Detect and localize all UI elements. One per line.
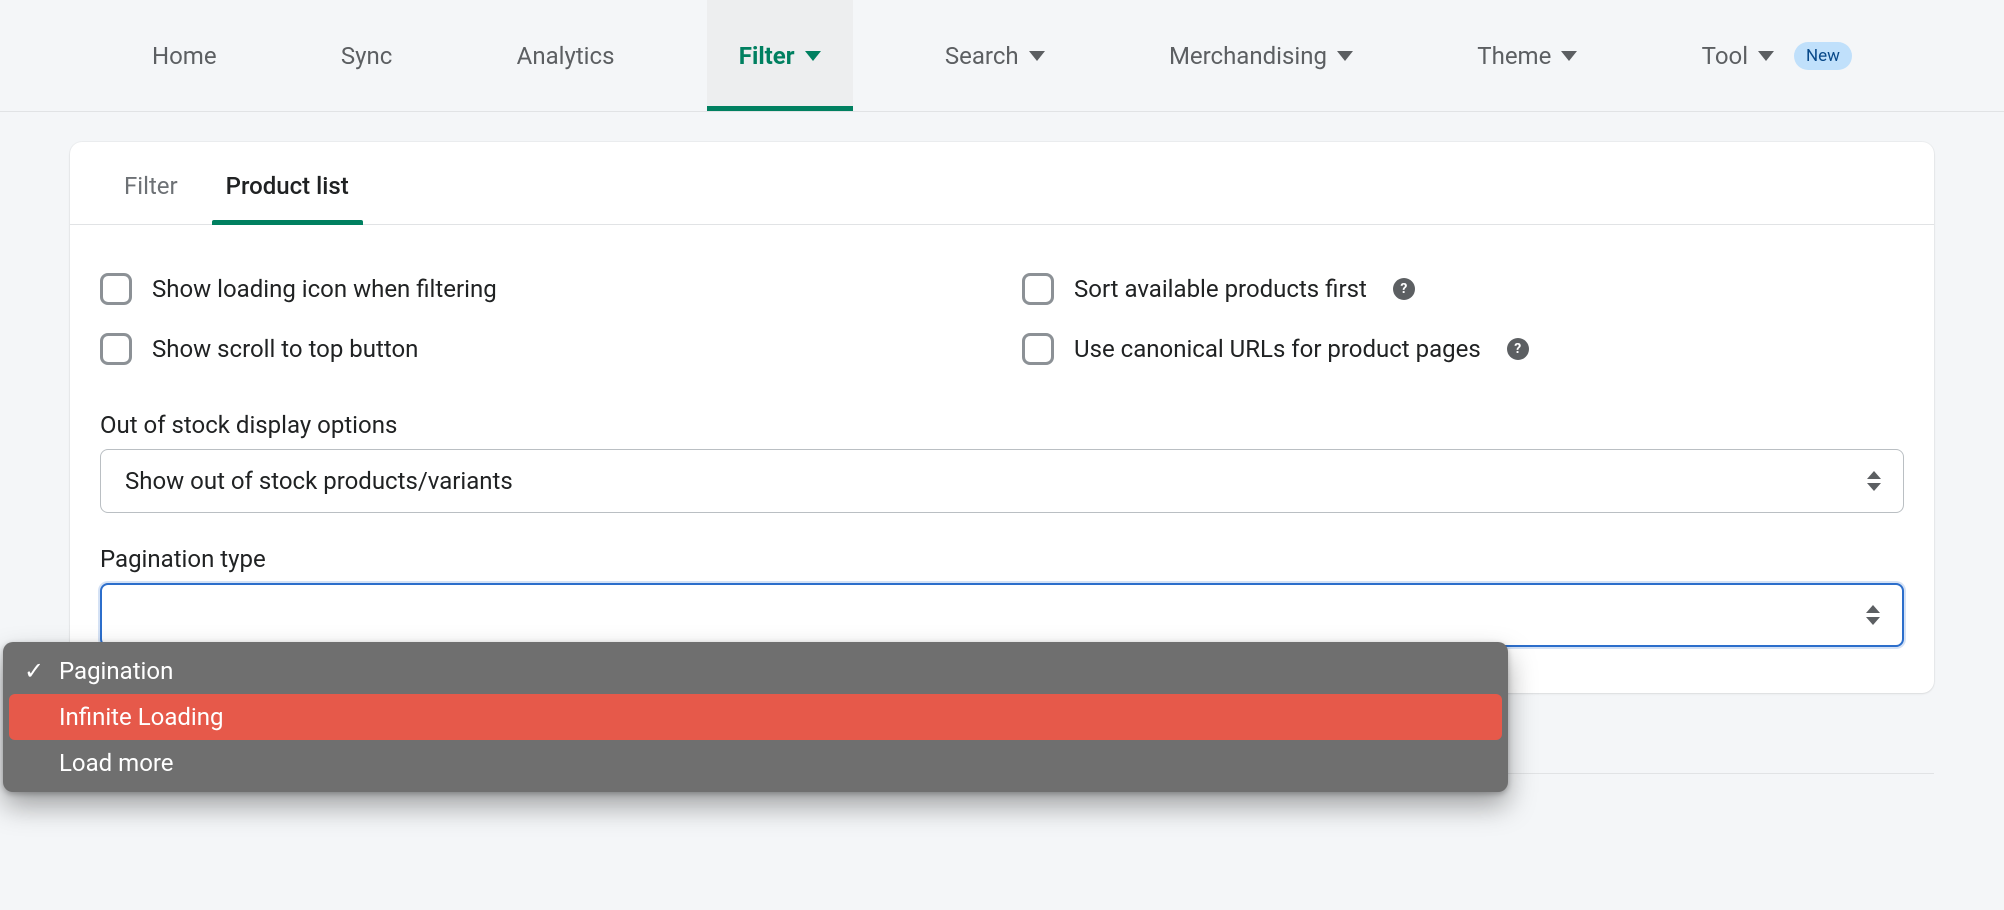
nav-label: Theme [1477,42,1551,70]
check-label: Sort available products first [1074,275,1367,303]
checkbox-icon[interactable] [1022,333,1054,365]
help-icon[interactable]: ? [1393,278,1415,300]
new-badge: New [1794,42,1852,70]
nav-search[interactable]: Search [913,0,1077,111]
nav-label: Merchandising [1169,42,1327,70]
nav-label: Search [945,42,1019,70]
subtab-product-list[interactable]: Product list [202,142,373,224]
checkbox-icon[interactable] [1022,273,1054,305]
check-canonical-urls[interactable]: Use canonical URLs for product pages ? [1022,319,1904,379]
subtabs: Filter Product list [70,142,1934,225]
select-stepper-icon [1867,471,1881,491]
checkbox-icon[interactable] [100,333,132,365]
nav-label: Filter [739,42,795,70]
chevron-down-icon [1758,51,1774,61]
nav-label: Sync [341,42,392,70]
card-body: Show loading icon when filtering Show sc… [70,225,1934,693]
out-of-stock-label: Out of stock display options [100,411,1904,439]
chevron-down-icon [1561,51,1577,61]
out-of-stock-select[interactable]: Show out of stock products/variants [100,449,1904,513]
menu-item-load-more[interactable]: Load more [9,740,1502,786]
select-value: Show out of stock products/variants [125,467,513,495]
check-label: Show loading icon when filtering [152,275,497,303]
nav-theme[interactable]: Theme [1445,0,1609,111]
select-stepper-icon [1866,605,1880,625]
nav-tool[interactable]: Tool New [1670,0,1884,111]
checkbox-icon[interactable] [100,273,132,305]
chevron-down-icon [1337,51,1353,61]
pagination-menu[interactable]: ✓ Pagination Infinite Loading Load more [3,642,1508,792]
top-nav: Home Sync Analytics Filter Search Mercha… [0,0,2004,112]
check-loading-icon[interactable]: Show loading icon when filtering [100,259,982,319]
nav-sync[interactable]: Sync [309,0,424,111]
chevron-down-icon [1029,51,1045,61]
nav-label: Analytics [517,42,615,70]
page: Filter Product list Show loading icon wh… [0,112,2004,834]
menu-item-label: Load more [59,749,174,777]
help-icon[interactable]: ? [1507,338,1529,360]
checkbox-grid: Show loading icon when filtering Show sc… [100,259,1904,379]
pagination-select[interactable] [100,583,1904,647]
menu-item-pagination[interactable]: ✓ Pagination [9,648,1502,694]
menu-item-label: Pagination [59,657,173,685]
nav-label: Home [152,42,217,70]
menu-item-label: Infinite Loading [59,703,223,731]
subtab-label: Product list [226,172,349,200]
check-icon: ✓ [23,657,45,685]
nav-filter[interactable]: Filter [707,0,853,111]
chevron-down-icon [805,51,821,61]
check-sort-available[interactable]: Sort available products first ? [1022,259,1904,319]
check-scroll-top[interactable]: Show scroll to top button [100,319,982,379]
check-label: Use canonical URLs for product pages [1074,335,1481,363]
subtab-filter[interactable]: Filter [100,142,202,224]
nav-label: Tool [1702,42,1748,70]
nav-home[interactable]: Home [120,0,249,111]
subtab-label: Filter [124,172,178,200]
menu-item-infinite-loading[interactable]: Infinite Loading [9,694,1502,740]
nav-analytics[interactable]: Analytics [485,0,647,111]
check-label: Show scroll to top button [152,335,418,363]
pagination-label: Pagination type [100,545,1904,573]
settings-card: Filter Product list Show loading icon wh… [70,142,1934,693]
nav-merchandising[interactable]: Merchandising [1137,0,1385,111]
